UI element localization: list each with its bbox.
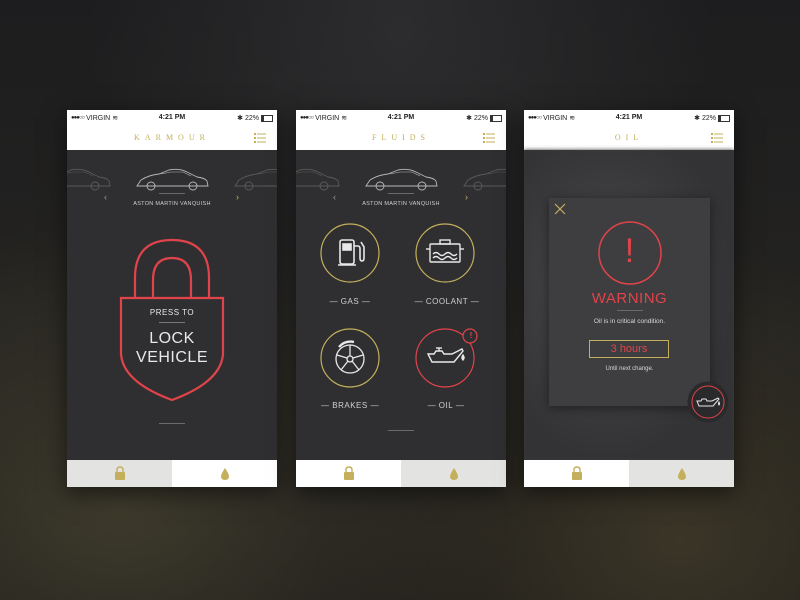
battery-icon bbox=[261, 114, 273, 122]
close-icon[interactable] bbox=[554, 203, 566, 215]
oil-fab[interactable] bbox=[686, 380, 730, 424]
tab-lock[interactable] bbox=[296, 460, 401, 487]
vehicle-label: VEHICLE bbox=[136, 349, 208, 366]
tab-fluids[interactable] bbox=[629, 460, 734, 487]
until-next-change: Until next change. bbox=[605, 366, 654, 372]
gas-button[interactable] bbox=[319, 222, 381, 284]
bottom-divider bbox=[388, 430, 414, 431]
tab-bar bbox=[524, 460, 734, 487]
page-title: FLUIDS bbox=[371, 133, 430, 142]
car-divider bbox=[388, 193, 414, 194]
gas-label-text: GAS bbox=[340, 297, 360, 306]
car-selected-icon bbox=[136, 168, 209, 191]
battery-icon bbox=[718, 114, 730, 122]
lock-icon bbox=[113, 466, 126, 481]
drop-icon bbox=[677, 467, 686, 480]
warning-message: Oil is in critical condition. bbox=[593, 318, 666, 325]
car-prev-icon bbox=[296, 168, 340, 191]
page-title: OIL bbox=[614, 133, 644, 142]
coolant-button[interactable] bbox=[414, 222, 476, 284]
battery-percent: 22% bbox=[473, 114, 488, 122]
car-selected-icon bbox=[365, 168, 438, 191]
coolant-label: — COOLANT — bbox=[414, 297, 480, 306]
oil-warning-screen: ●●●○○ VIRGIN ≋ 4:21 PM ✱ 22% OIL ! WARNING … bbox=[524, 110, 734, 487]
lock-icon bbox=[342, 466, 355, 481]
battery-percent: 22% bbox=[244, 114, 259, 122]
oil-label-text: OIL bbox=[438, 401, 454, 410]
bottom-divider bbox=[159, 423, 185, 424]
hours-remaining-box: 3 hours bbox=[589, 340, 669, 358]
bluetooth-icon: ✱ bbox=[237, 115, 243, 122]
menu-icon[interactable] bbox=[254, 133, 266, 143]
status-bar: ●●●○○ VIRGIN ≋ 4:21 PM ✱ 22% bbox=[524, 110, 734, 126]
brakes-label: — BRAKES — bbox=[321, 401, 379, 410]
car-next-icon bbox=[463, 168, 506, 191]
warning-divider bbox=[617, 310, 643, 311]
brakes-icon bbox=[335, 340, 365, 374]
oil-alert-mark: ! bbox=[469, 331, 473, 340]
tab-lock[interactable] bbox=[524, 460, 629, 487]
tab-bar bbox=[67, 460, 277, 487]
nav-bar: FLUIDS bbox=[296, 126, 506, 150]
bluetooth-icon: ✱ bbox=[466, 115, 472, 122]
gas-pump-icon bbox=[338, 239, 365, 266]
tab-fluids[interactable] bbox=[172, 460, 277, 487]
menu-icon[interactable] bbox=[483, 133, 495, 143]
status-bar: ●●●○○ VIRGIN ≋ 4:21 PM ✱ 22% bbox=[67, 110, 277, 126]
car-name: ASTON MARTIN VANQUISH bbox=[133, 201, 211, 207]
oil-can-icon bbox=[426, 347, 465, 363]
brakes-button[interactable] bbox=[319, 327, 381, 389]
warning-modal: ! WARNING Oil is in critical condition. … bbox=[549, 198, 710, 406]
page-title: KARMOUR bbox=[134, 133, 210, 142]
drop-icon bbox=[220, 467, 229, 480]
nav-bar: OIL bbox=[524, 126, 734, 150]
nav-bar: KARMOUR bbox=[67, 126, 277, 150]
alert-mark: ! bbox=[624, 232, 635, 270]
status-bar: ●●●○○ VIRGIN ≋ 4:21 PM ✱ 22% bbox=[296, 110, 506, 126]
lock-screen: ●●●○○ VIRGIN ≋ 4:21 PM ✱ 22% KARMOUR ‹ › AS… bbox=[67, 110, 277, 487]
oil-label: — OIL — bbox=[427, 401, 465, 410]
tab-bar bbox=[296, 460, 506, 487]
car-next-icon bbox=[234, 168, 277, 191]
brakes-label-text: BRAKES bbox=[332, 401, 368, 410]
tab-lock[interactable] bbox=[67, 460, 172, 487]
menu-icon[interactable] bbox=[711, 133, 723, 143]
drop-icon bbox=[449, 467, 458, 480]
gas-label: — GAS — bbox=[329, 297, 371, 306]
battery-percent: 22% bbox=[701, 114, 716, 122]
lock-icon bbox=[570, 466, 583, 481]
lock-label: LOCK bbox=[149, 330, 195, 347]
tab-fluids[interactable] bbox=[401, 460, 506, 487]
coolant-label-text: COOLANT bbox=[425, 297, 469, 306]
car-prev-icon bbox=[67, 168, 111, 191]
warning-heading: WARNING bbox=[591, 290, 668, 307]
car-divider bbox=[159, 193, 185, 194]
bluetooth-icon: ✱ bbox=[694, 115, 700, 122]
fluids-screen: ●●●○○ VIRGIN ≋ 4:21 PM ✱ 22% FLUIDS ‹ › AST… bbox=[296, 110, 506, 487]
coolant-icon bbox=[426, 239, 464, 263]
battery-icon bbox=[490, 114, 502, 122]
lock-prompt: PRESS TO bbox=[149, 308, 195, 317]
lock-divider bbox=[159, 322, 185, 323]
car-name: ASTON MARTIN VANQUISH bbox=[362, 201, 440, 207]
